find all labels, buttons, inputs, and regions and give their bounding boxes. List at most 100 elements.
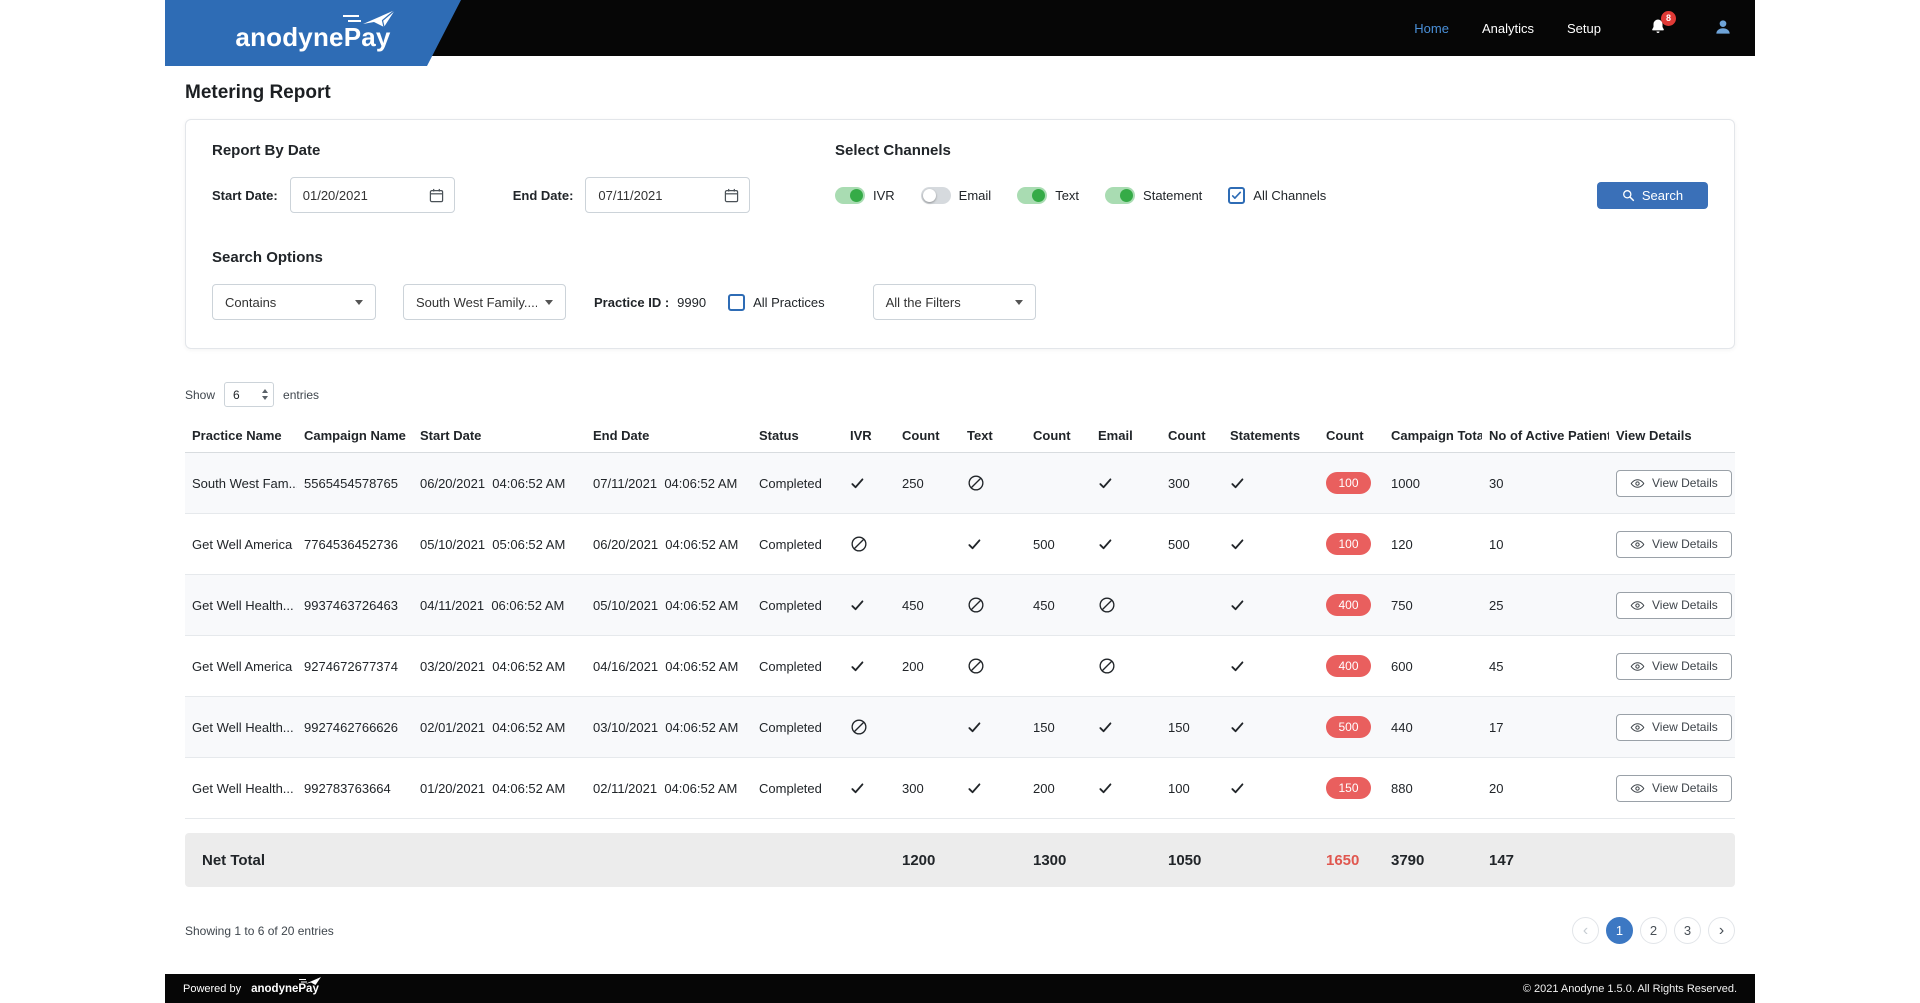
statements-count-cell: 500: [1319, 716, 1384, 738]
view-details-label: View Details: [1652, 781, 1718, 795]
statements-count-badge: 400: [1326, 594, 1371, 616]
page-button-1[interactable]: 1: [1606, 917, 1633, 944]
pagination: ‹ 123 ›: [1572, 917, 1735, 944]
all-practices-checkbox[interactable]: [728, 293, 746, 311]
statements-count-badge: 150: [1326, 777, 1371, 799]
column-header: View Details: [1616, 428, 1692, 443]
ivr-count-cell: 300: [902, 780, 924, 796]
text-status-icon: [960, 596, 1026, 614]
app-logo[interactable]: anodynePay: [165, 0, 461, 66]
start-date-cell: 05/10/2021 05:06:52 AM: [420, 536, 566, 552]
chevron-down-icon: [545, 299, 553, 305]
checkmark-icon: [1232, 191, 1242, 199]
page-size-input[interactable]: 6: [224, 382, 275, 407]
view-details-label: View Details: [1652, 598, 1718, 612]
notification-badge: 8: [1661, 10, 1676, 26]
table-row: Get Well Health... 992783763664 01/20/20…: [185, 758, 1735, 819]
main-content: Metering Report Report By Date Start Dat…: [165, 56, 1755, 944]
eye-icon: [1630, 722, 1645, 732]
email-status-icon: [1091, 537, 1161, 552]
notifications-button[interactable]: 8: [1649, 10, 1676, 39]
view-details-label: View Details: [1652, 537, 1718, 551]
eye-icon: [1630, 661, 1645, 671]
statements-count-cell: 100: [1319, 472, 1384, 494]
end-date-cell: 03/10/2021 04:06:52 AM: [593, 719, 739, 735]
view-details-button[interactable]: View Details: [1616, 591, 1732, 619]
column-header: Practice Name: [192, 428, 282, 443]
text-count-cell: 200: [1033, 780, 1055, 796]
text-status-icon: [960, 781, 1026, 796]
view-details-cell: View Details: [1609, 530, 1735, 558]
ivr-status-icon: [843, 659, 895, 674]
view-details-label: View Details: [1652, 659, 1718, 673]
ivr-status-icon: [843, 476, 895, 491]
filters-value: All the Filters: [885, 294, 961, 310]
view-details-button[interactable]: View Details: [1616, 530, 1732, 558]
statements-status-icon: [1223, 598, 1319, 613]
entries-label: entries: [283, 387, 320, 402]
view-details-button[interactable]: View Details: [1616, 774, 1732, 802]
toggle-email[interactable]: [920, 186, 951, 204]
toggle-statement[interactable]: [1105, 186, 1136, 204]
net-total-ivr-count: 1200: [902, 851, 936, 869]
report-by-date-title: Report By Date: [212, 142, 321, 159]
all-channels-checkbox[interactable]: [1228, 186, 1246, 204]
prev-page-button[interactable]: ‹: [1572, 917, 1599, 944]
end-date-input[interactable]: 07/11/2021: [585, 177, 751, 213]
status-cell: Completed: [759, 658, 822, 674]
toggle-ivr[interactable]: [835, 186, 865, 204]
practice-dropdown[interactable]: South West Family.....: [403, 284, 566, 320]
column-header: IVR: [850, 428, 872, 443]
column-header: Count: [1326, 428, 1364, 443]
calendar-icon: [429, 188, 443, 202]
nav-setup[interactable]: Setup: [1567, 21, 1601, 36]
campaign-name-cell: 992783763664: [304, 780, 391, 796]
step-up-icon: [262, 389, 269, 393]
email-count-cell: 500: [1168, 536, 1190, 552]
page-button-3[interactable]: 3: [1674, 917, 1701, 944]
campaign-total-cell: 120: [1391, 536, 1413, 552]
nav-home[interactable]: Home: [1414, 21, 1449, 36]
logo-plane-icon: [343, 9, 397, 29]
column-header: Count: [1168, 428, 1206, 443]
practice-id: Practice ID : 9990: [594, 295, 706, 310]
column-header: Email: [1098, 428, 1133, 443]
footer-logo[interactable]: anodynePay: [251, 976, 321, 995]
user-menu-button[interactable]: [1713, 17, 1733, 40]
search-button[interactable]: Search: [1597, 181, 1708, 209]
page-button-2[interactable]: 2: [1640, 917, 1667, 944]
campaign-name-cell: 7764536452736: [304, 536, 398, 552]
app-window: anodynePay Home Analytics Setup 8 Metering…: [165, 0, 1755, 1003]
statements-count-cell: 400: [1319, 594, 1384, 616]
view-details-cell: View Details: [1609, 713, 1735, 741]
match-type-value: Contains: [225, 294, 277, 310]
campaign-total-cell: 1000: [1391, 475, 1420, 491]
start-date-input[interactable]: 01/20/2021: [289, 177, 455, 213]
text-status-icon: [960, 657, 1026, 675]
page-footer: Powered by anodynePay © 2021 Anodyne 1.5…: [165, 974, 1755, 1003]
campaign-name-cell: 5565454578765: [304, 475, 398, 491]
toggle-label: Email: [958, 187, 992, 203]
user-icon: [1716, 19, 1730, 34]
toggle-text[interactable]: [1017, 186, 1048, 204]
all-practices-group: All Practices: [728, 293, 825, 311]
ivr-status-icon: [843, 598, 895, 613]
view-details-button[interactable]: View Details: [1616, 713, 1732, 741]
toggle-label: IVR: [873, 187, 895, 203]
all-channels-label: All Channels: [1253, 187, 1327, 203]
select-channels-title: Select Channels: [835, 142, 951, 159]
next-page-button[interactable]: ›: [1708, 917, 1735, 944]
filters-dropdown[interactable]: All the Filters: [872, 284, 1036, 320]
start-date-label: Start Date:: [212, 187, 278, 203]
nav-analytics[interactable]: Analytics: [1482, 21, 1534, 36]
practice-name-cell: Get Well Health...: [192, 597, 294, 613]
practice-name-cell: Get Well Health...: [192, 719, 294, 735]
toggle-knob: [1120, 188, 1134, 202]
match-type-dropdown[interactable]: Contains: [212, 284, 376, 320]
view-details-button[interactable]: View Details: [1616, 469, 1732, 497]
table-header-row: Practice Name Campaign Name Start Date End …: [185, 428, 1735, 453]
page-size-stepper[interactable]: [262, 389, 269, 400]
table-body: South West Fam... 5565454578765 06/20/20…: [185, 453, 1735, 819]
view-details-button[interactable]: View Details: [1616, 652, 1732, 680]
active-patient-cell: 25: [1489, 597, 1504, 613]
